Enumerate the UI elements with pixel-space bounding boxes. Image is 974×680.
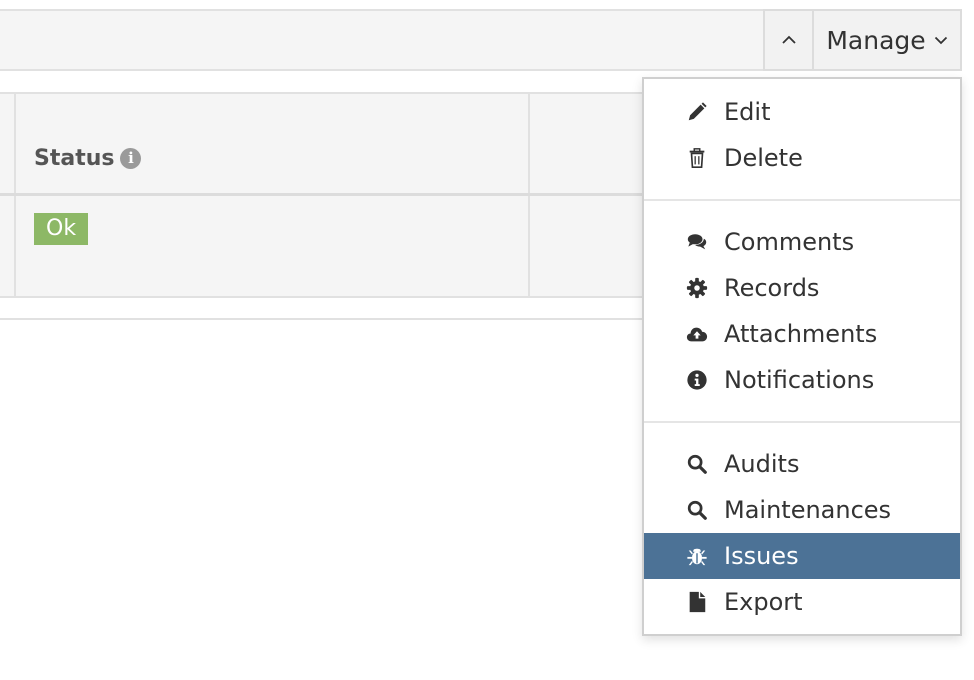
menu-item-label: Delete	[724, 144, 803, 172]
menu-item-delete[interactable]: Delete	[644, 135, 960, 181]
manage-button[interactable]: Manage	[812, 9, 962, 71]
info-icon[interactable]: i	[120, 148, 142, 169]
menu-item-label: Notifications	[724, 366, 875, 394]
column-divider	[14, 196, 16, 296]
bug-icon	[684, 543, 710, 569]
file-icon	[684, 589, 710, 615]
comments-icon	[684, 229, 710, 255]
pencil-icon	[684, 99, 710, 125]
status-column-header[interactable]: Status i	[34, 146, 142, 171]
status-header-label: Status	[34, 146, 115, 171]
menu-item-label: Comments	[724, 228, 855, 256]
menu-item-label: Issues	[724, 542, 799, 570]
menu-item-label: Edit	[724, 98, 771, 126]
chevron-up-icon	[782, 35, 796, 44]
cloud-upload-icon	[684, 321, 710, 347]
collapse-button[interactable]	[763, 9, 813, 71]
menu-item-label: Maintenances	[724, 496, 892, 524]
menu-item-label: Attachments	[724, 320, 878, 348]
menu-item-notifications[interactable]: Notifications	[644, 357, 960, 403]
trash-icon	[684, 145, 710, 171]
search-icon	[684, 497, 710, 523]
menu-item-comments[interactable]: Comments	[644, 219, 960, 265]
status-badge: Ok	[34, 213, 89, 245]
column-divider	[528, 196, 530, 296]
column-divider	[528, 94, 530, 193]
menu-item-label: Records	[724, 274, 820, 302]
column-divider	[14, 94, 16, 193]
menu-item-attachments[interactable]: Attachments	[644, 311, 960, 357]
menu-item-maintenances[interactable]: Maintenances	[644, 487, 960, 533]
menu-group-content: Comments Records Attachments Notificatio…	[644, 201, 960, 421]
info-icon	[684, 367, 710, 393]
manage-dropdown-menu: Edit Delete Comments Records Attachments…	[642, 77, 962, 636]
menu-item-issues[interactable]: Issues	[644, 533, 960, 579]
menu-item-label: Audits	[724, 450, 800, 478]
menu-item-edit[interactable]: Edit	[644, 89, 960, 135]
gear-icon	[684, 275, 710, 301]
menu-item-audits[interactable]: Audits	[644, 441, 960, 487]
page: Manage Status i Ok Edit Delete Comments …	[0, 0, 974, 680]
menu-group-reports: Audits Maintenances Issues Export	[644, 423, 960, 625]
menu-item-export[interactable]: Export	[644, 579, 960, 625]
chevron-down-icon	[934, 36, 947, 44]
search-icon	[684, 451, 710, 477]
manage-button-label: Manage	[826, 25, 926, 55]
menu-group-edit: Edit Delete	[644, 79, 960, 199]
menu-item-records[interactable]: Records	[644, 265, 960, 311]
menu-item-label: Export	[724, 588, 803, 616]
